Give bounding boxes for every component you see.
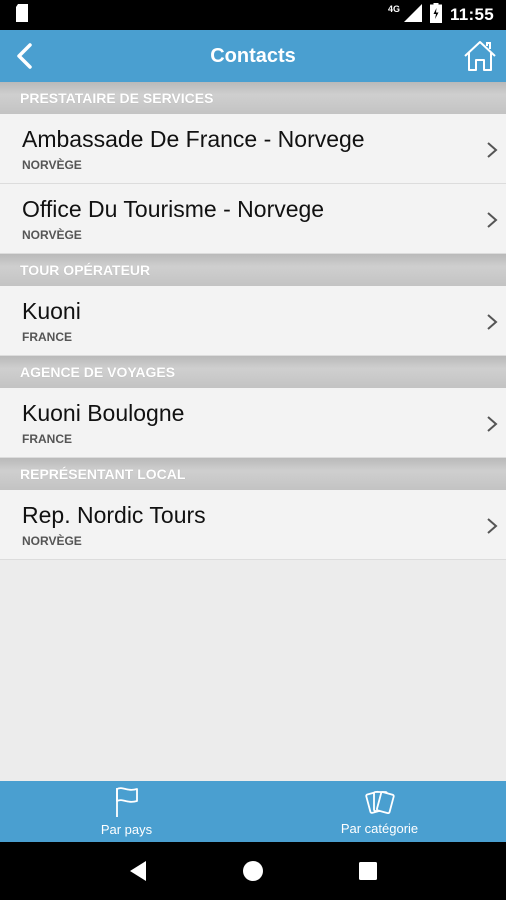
status-bar: 4G 11:55 <box>0 0 506 30</box>
app-bar: Contacts <box>0 30 506 82</box>
nav-back-button[interactable] <box>118 851 158 891</box>
battery-icon <box>429 2 442 28</box>
clock: 11:55 <box>449 5 494 24</box>
chevron-right-icon <box>487 416 498 432</box>
list-item[interactable]: Rep. Nordic Tours NORVÈGE <box>0 490 506 560</box>
contact-name: Kuoni Boulogne <box>22 400 185 426</box>
chevron-right-icon <box>487 142 498 158</box>
contacts-list: PRESTATAIRE DE SERVICES Ambassade De Fra… <box>0 82 506 560</box>
triangle-back-icon <box>129 861 146 881</box>
section-header: AGENCE DE VOYAGES <box>0 356 506 388</box>
flag-icon <box>115 787 138 817</box>
section-header: PRESTATAIRE DE SERVICES <box>0 82 506 114</box>
chevron-right-icon <box>487 314 498 330</box>
square-recents-icon <box>359 862 378 880</box>
section-header: REPRÉSENTANT LOCAL <box>0 458 506 490</box>
back-button[interactable] <box>6 38 42 74</box>
sim-card-icon <box>14 3 30 27</box>
contact-country: NORVÈGE <box>22 158 82 172</box>
page-title: Contacts <box>210 44 296 67</box>
nav-home-button[interactable] <box>233 851 273 891</box>
contact-name: Kuoni <box>22 298 81 324</box>
chevron-right-icon <box>487 518 498 534</box>
nav-recents-button[interactable] <box>348 851 388 891</box>
home-icon <box>464 41 496 71</box>
back-arrow-icon <box>17 43 32 69</box>
contact-name: Ambassade De France - Norvege <box>22 126 365 152</box>
circle-home-icon <box>242 861 263 881</box>
bottom-tab-bar: Par pays Par catégorie <box>0 781 506 842</box>
section-header: TOUR OPÉRATEUR <box>0 254 506 286</box>
list-item[interactable]: Kuoni Boulogne FRANCE <box>0 388 506 458</box>
home-button[interactable] <box>460 36 500 76</box>
contact-country: FRANCE <box>22 330 72 344</box>
contact-name: Office Du Tourisme - Norvege <box>22 196 325 222</box>
tab-label: Par pays <box>100 822 153 837</box>
cards-icon <box>364 790 395 815</box>
tab-label: Par catégorie <box>340 821 419 836</box>
list-item[interactable]: Ambassade De France - Norvege NORVÈGE <box>0 114 506 184</box>
system-nav-bar <box>0 842 506 900</box>
network-type-label: 4G <box>387 4 400 14</box>
contact-country: FRANCE <box>22 432 72 446</box>
signal-icon <box>403 3 422 27</box>
list-item[interactable]: Kuoni FRANCE <box>0 286 506 356</box>
contact-country: NORVÈGE <box>22 534 82 548</box>
contact-name: Rep. Nordic Tours <box>22 502 206 528</box>
tab-par-pays[interactable]: Par pays <box>0 781 253 842</box>
chevron-right-icon <box>487 212 498 228</box>
tab-par-categorie[interactable]: Par catégorie <box>253 781 506 842</box>
list-item[interactable]: Office Du Tourisme - Norvege NORVÈGE <box>0 184 506 254</box>
contact-country: NORVÈGE <box>22 228 82 242</box>
